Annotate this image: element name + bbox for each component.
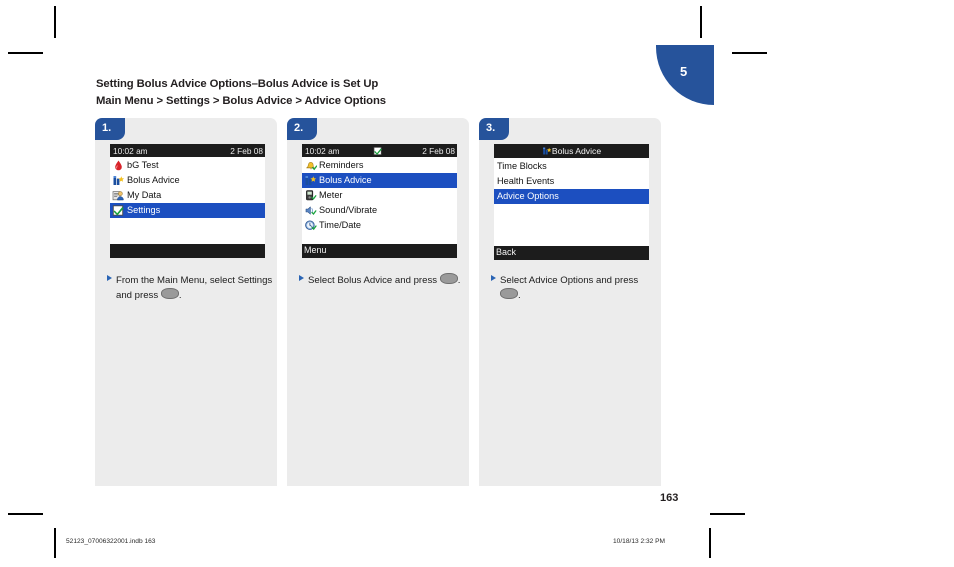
reminders-bell-icon: [304, 159, 317, 172]
chapter-tab: 5: [656, 45, 714, 105]
list-item-selected[interactable]: Advice Options: [494, 189, 649, 204]
device-menu-list-3: Time Blocks Health Events Advice Options: [494, 158, 649, 246]
sound-vibrate-icon: [304, 204, 317, 217]
list-item-label: Time/Date: [319, 220, 362, 230]
step-caption-2: Select Bolus Advice and press .: [299, 273, 465, 288]
my-data-icon: [112, 189, 125, 202]
bolus-advice-icon: [112, 174, 125, 187]
step-badge-2: 2.: [287, 118, 317, 140]
crop-mark-bottom-right-horizontal: [710, 513, 745, 515]
list-item[interactable]: Meter: [302, 188, 457, 203]
device-button-glyph-icon: [160, 288, 179, 299]
soft-key-label[interactable]: Menu: [304, 245, 327, 255]
status-date: 2 Feb 08: [230, 146, 263, 156]
list-item[interactable]: My Data: [110, 188, 265, 203]
crop-mark-bottom-right-vertical: [709, 528, 711, 558]
crop-mark-top-right-horizontal: [732, 52, 767, 54]
device-soft-key-bar: Menu: [302, 244, 457, 258]
list-item[interactable]: Sound/Vibrate: [302, 203, 457, 218]
device-title-label: Bolus Advice: [551, 146, 602, 156]
device-screen-2: 10:02 am 2 Feb 08 Reminders Bolus Advice…: [302, 144, 457, 258]
caption-text: Select Advice Options and press: [500, 275, 639, 286]
step-badge-label: 2.: [294, 122, 304, 134]
step-badge-3: 3.: [479, 118, 509, 140]
step-badge-label: 3.: [486, 122, 496, 134]
page-title: Setting Bolus Advice Options–Bolus Advic…: [96, 76, 656, 110]
list-item-label: Sound/Vibrate: [319, 205, 378, 215]
list-item-label: Advice Options: [497, 191, 559, 201]
step-panel-2: 2. 10:02 am 2 Feb 08 Reminders Bolus Adv…: [287, 118, 469, 486]
crop-mark-top-right-vertical: [700, 6, 702, 38]
bolus-advice-icon: [542, 146, 552, 156]
page-number: 163: [660, 492, 679, 504]
list-item[interactable]: Time Blocks: [494, 159, 649, 174]
page-title-line1: Setting Bolus Advice Options–Bolus Advic…: [96, 78, 379, 90]
list-item-selected[interactable]: Bolus Advice: [302, 173, 457, 188]
breadcrumb: Main Menu > Settings > Bolus Advice > Ad…: [96, 95, 386, 107]
list-item-label: bG Test: [127, 160, 159, 170]
device-soft-key-bar: [110, 244, 265, 258]
device-screen-1: 10:02 am 2 Feb 08 bG Test Bolus Advice M…: [110, 144, 265, 258]
list-item-label: Time Blocks: [497, 161, 547, 171]
list-item-label: Health Events: [497, 176, 555, 186]
status-time: 10:02 am: [113, 146, 148, 156]
bullet-triangle-icon: [491, 275, 496, 281]
device-menu-list-2: Reminders Bolus Advice Meter Sound/Vibra…: [302, 157, 457, 244]
crop-mark-bottom-left-vertical: [54, 528, 56, 558]
list-item-selected[interactable]: Settings: [110, 203, 265, 218]
list-item[interactable]: bG Test: [110, 158, 265, 173]
step-badge-1: 1.: [95, 118, 125, 140]
caption-text-end: .: [178, 290, 182, 301]
list-item[interactable]: Health Events: [494, 174, 649, 189]
device-title-bar: Bolus Advice: [494, 144, 649, 158]
device-status-bar: 10:02 am 2 Feb 08: [302, 144, 457, 157]
list-item[interactable]: Reminders: [302, 158, 457, 173]
list-item[interactable]: Bolus Advice: [110, 173, 265, 188]
status-date: 2 Feb 08: [422, 146, 455, 156]
device-screen-3: Bolus Advice Time Blocks Health Events A…: [494, 144, 649, 260]
device-menu-list-1: bG Test Bolus Advice My Data Settings: [110, 157, 265, 244]
bullet-triangle-icon: [299, 275, 304, 281]
caption-text: Select Bolus Advice and press: [308, 275, 438, 286]
caption-text-end: .: [457, 275, 461, 286]
crop-mark-bottom-left-horizontal: [8, 513, 43, 515]
blood-drop-icon: [112, 159, 125, 172]
list-item-label: My Data: [127, 190, 162, 200]
bolus-advice-icon: [304, 174, 317, 187]
list-item[interactable]: Time/Date: [302, 218, 457, 233]
step-caption-1: From the Main Menu, select Settings and …: [107, 273, 273, 303]
step-panel-1: 1. 10:02 am 2 Feb 08 bG Test Bolus Advic…: [95, 118, 277, 486]
list-item-label: Settings: [127, 205, 161, 215]
list-item-label: Meter: [319, 190, 343, 200]
crop-mark-top-left-vertical: [54, 6, 56, 38]
time-date-icon: [304, 219, 317, 232]
caption-text: From the Main Menu, select Settings and …: [116, 275, 273, 301]
bullet-triangle-icon: [107, 275, 112, 281]
step-badge-label: 1.: [102, 122, 112, 134]
crop-mark-top-left-horizontal: [8, 52, 43, 54]
footer-timestamp: 10/18/13 2:32 PM: [613, 538, 666, 545]
footer-file-info: 52123_07006322001.indb 163: [66, 538, 156, 545]
chapter-tab-number: 5: [680, 64, 688, 79]
device-status-bar: 10:02 am 2 Feb 08: [110, 144, 265, 157]
device-button-glyph-icon: [500, 288, 518, 299]
device-button-glyph-icon: [439, 273, 458, 284]
soft-key-label[interactable]: Back: [496, 247, 516, 257]
caption-text-end: .: [518, 290, 521, 301]
list-item-label: Reminders: [319, 160, 364, 170]
settings-check-icon: [112, 204, 125, 217]
status-time: 10:02 am: [305, 146, 340, 156]
green-check-icon: [373, 146, 383, 156]
step-panels: 1. 10:02 am 2 Feb 08 bG Test Bolus Advic…: [95, 118, 665, 486]
step-panel-3: 3. Bolus Advice Time Blocks Health Event…: [479, 118, 661, 486]
meter-icon: [304, 189, 317, 202]
list-item-label: Bolus Advice: [319, 175, 372, 185]
list-item-label: Bolus Advice: [127, 175, 180, 185]
step-caption-3: Select Advice Options and press .: [491, 273, 657, 303]
device-soft-key-bar: Back: [494, 246, 649, 260]
